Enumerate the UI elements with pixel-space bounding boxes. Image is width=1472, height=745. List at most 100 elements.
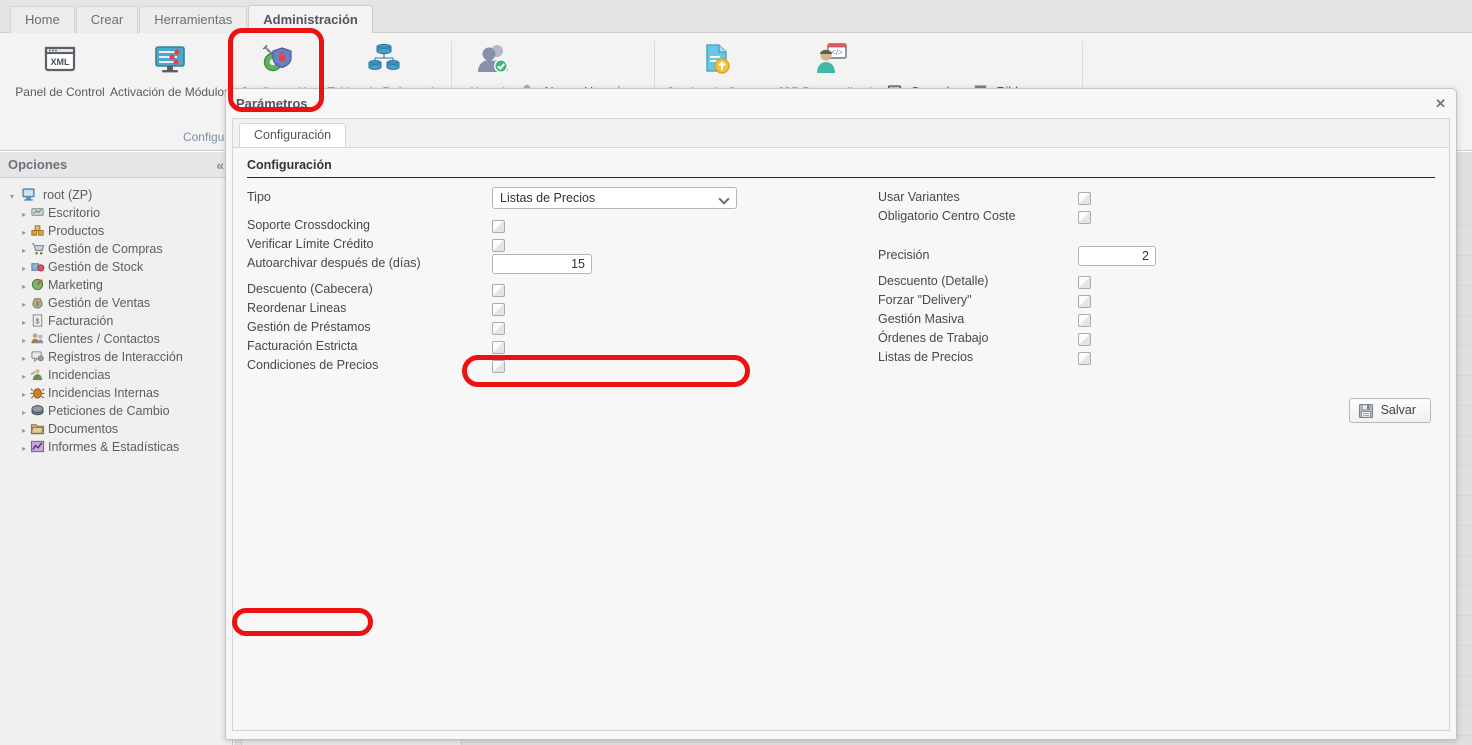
sidebar-item-label: Registros de Interacción	[48, 350, 183, 364]
form-column-right: Usar Variantes Obligatorio Centro Coste Pr…	[878, 190, 1398, 369]
form-row-gesti-n-masiva: Gestión Masiva	[878, 312, 1398, 331]
field-label: Descuento (Cabecera)	[247, 282, 373, 296]
ribbon-tab-home[interactable]: Home	[10, 6, 75, 33]
save-button[interactable]: Salvar	[1349, 398, 1431, 423]
sidebar-item-incidencias[interactable]: ▸ Incidencias	[0, 366, 232, 384]
form-row-facturaci-n-estricta: Facturación Estricta	[247, 339, 767, 358]
chevron-down-icon[interactable]	[718, 193, 730, 205]
close-icon[interactable]: ✕	[1435, 89, 1446, 118]
form-row-listas-de-precios: Listas de Precios	[878, 350, 1398, 369]
field-label: Obligatorio Centro Coste	[878, 209, 1016, 223]
field-label: Precisión	[878, 248, 930, 262]
sidebar-item-label: Escritorio	[48, 206, 101, 220]
sidebar-item-documentos[interactable]: ▸ Documentos	[0, 420, 232, 438]
checkbox-reordenar-lineas[interactable]	[492, 303, 505, 316]
form-column-left: Tipo Listas de Precios Soporte Crossdockin…	[247, 187, 767, 377]
form-row-precisi-n: Precisión 2	[878, 246, 1398, 274]
checkbox-verificar-l-mite-cr-dito[interactable]	[492, 239, 505, 252]
ribbon-button-activacion-de-modulos[interactable]: Activación de Módulos	[110, 39, 230, 99]
save-disk-icon	[1358, 403, 1374, 427]
ribbon-tab-administraci-n[interactable]: Administración	[248, 5, 373, 33]
sidebar-item-marketing[interactable]: ▸ Marketing	[0, 276, 232, 294]
svg-text:</>: </>	[831, 48, 843, 57]
tree-node-label: root (ZP)	[42, 188, 93, 202]
checkbox-usar-variantes[interactable]	[1078, 192, 1091, 205]
field-label: Condiciones de Precios	[247, 358, 379, 372]
field-label: Gestión Masiva	[878, 312, 965, 326]
checkbox-gesti-n-de-pr-stamos[interactable]	[492, 322, 505, 335]
sidebar-item-label: Productos	[48, 224, 105, 238]
dialog-title: Parámetros	[236, 96, 308, 111]
sidebar-item-label: Documentos	[48, 422, 119, 436]
dialog-title-bar: Parámetros ✕	[226, 89, 1456, 118]
checkbox-gesti-n-masiva[interactable]	[1078, 314, 1091, 327]
dialog-pane: Configuración Tipo Listas de Precios Sopor…	[233, 147, 1449, 730]
form-spacer	[878, 228, 1398, 248]
field-label: Gestión de Préstamos	[247, 320, 371, 334]
page-title: Opciones	[8, 157, 68, 172]
gear-shield-icon	[230, 39, 324, 85]
sidebar-item-incidencias-internas[interactable]: ▸ Incidencias Internas	[0, 384, 232, 402]
sidebar-item-informes-estad-sticas[interactable]: ▸ Informes & Estadísticas	[0, 438, 232, 456]
chart-icon	[30, 439, 46, 459]
expand-arrow-icon[interactable]: ▸	[18, 440, 30, 458]
options-tree: ▾ root (ZP) ▸ Escritorio ▸ Productos ▸ Gestió…	[0, 178, 232, 456]
form-row-soporte-crossdocking: Soporte Crossdocking	[247, 218, 767, 237]
sidebar-item-facturaci-n[interactable]: ▸ $ Facturación	[0, 312, 232, 330]
form-row-descuento-detalle: Descuento (Detalle)	[878, 274, 1398, 293]
checkbox-rdenes-de-trabajo[interactable]	[1078, 333, 1091, 346]
form-row-rdenes-de-trabajo: Órdenes de Trabajo	[878, 331, 1398, 350]
field-label: Usar Variantes	[878, 190, 960, 204]
svg-text:XML: XML	[51, 57, 71, 67]
field-label: Tipo	[247, 190, 271, 204]
ribbon-tab-crear[interactable]: Crear	[75, 6, 139, 33]
checkbox-obligatorio-centro-coste[interactable]	[1078, 211, 1091, 224]
form-row-descuento-cabecera: Descuento (Cabecera)	[247, 282, 767, 301]
ribbon-button-panel-de-control[interactable]: XML Panel de Control	[12, 39, 108, 99]
sidebar-item-escritorio[interactable]: ▸ Escritorio	[0, 204, 232, 222]
field-label: Listas de Precios	[878, 350, 974, 364]
checkbox-soporte-crossdocking[interactable]	[492, 220, 505, 233]
field-label: Reordenar Lineas	[247, 301, 347, 315]
select-value: Listas de Precios	[500, 191, 596, 205]
sidebar-item-gesti-n-de-ventas[interactable]: ▸ $ Gestión de Ventas	[0, 294, 232, 312]
form-row-tipo: Tipo Listas de Precios	[247, 187, 767, 218]
users-check-icon	[458, 39, 530, 85]
sidebar-item-registros-de-interacci-n[interactable]: ▸ Registros de Interacción	[0, 348, 232, 366]
sidebar-item-label: Informes & Estadísticas	[48, 440, 180, 454]
form-row-obligatorio-centro-coste: Obligatorio Centro Coste	[878, 209, 1398, 228]
ribbon-button-label: Panel de Control	[15, 85, 105, 99]
chevron-double-left-icon[interactable]: «	[216, 152, 224, 178]
sidebar-item-label: Clientes / Contactos	[48, 332, 160, 346]
checkbox-condiciones-de-precios[interactable]	[492, 360, 505, 373]
checkbox-listas-de-precios[interactable]	[1078, 352, 1091, 365]
sidebar-item-gesti-n-de-stock[interactable]: ▸ Gestión de Stock	[0, 258, 232, 276]
sidebar-item-peticiones-de-cambio[interactable]: ▸ Peticiones de Cambio	[0, 402, 232, 420]
tab-configuracion[interactable]: Configuración	[239, 123, 347, 147]
sidebar-item-label: Peticiones de Cambio	[48, 404, 170, 418]
input-autoarchivar-despu-s-de-d-as[interactable]: 15	[492, 254, 592, 274]
save-button-label: Salvar	[1380, 403, 1416, 417]
field-label: Descuento (Detalle)	[878, 274, 989, 288]
file-upload-icon	[661, 39, 771, 85]
options-panel: Opciones « ▾ root (ZP) ▸ Escritorio ▸ Produ…	[0, 152, 233, 745]
developer-icon: </>	[768, 39, 894, 85]
ribbon-tab-herramientas[interactable]: Herramientas	[139, 6, 248, 33]
sidebar-item-clientes-contactos[interactable]: ▸ Clientes / Contactos	[0, 330, 232, 348]
field-label: Facturación Estricta	[247, 339, 358, 353]
expand-arrow-icon[interactable]: ▾	[6, 188, 18, 206]
sidebar-item-label: Incidencias Internas	[48, 386, 160, 400]
checkbox-facturaci-n-estricta[interactable]	[492, 341, 505, 354]
checkbox-descuento-detalle[interactable]	[1078, 276, 1091, 289]
input-precisi-n[interactable]: 2	[1078, 246, 1156, 266]
checkbox-forzar-delivery[interactable]	[1078, 295, 1091, 308]
tree-node-root[interactable]: ▾ root (ZP)	[0, 186, 232, 204]
checkbox-descuento-cabecera[interactable]	[492, 284, 505, 297]
sidebar-item-productos[interactable]: ▸ Productos	[0, 222, 232, 240]
ribbon-tab-strip: Home Crear Herramientas Administración	[0, 0, 1472, 33]
field-label: Órdenes de Trabajo	[878, 331, 989, 345]
form-row-reordenar-lineas: Reordenar Lineas	[247, 301, 767, 320]
sidebar-item-gesti-n-de-compras[interactable]: ▸ Gestión de Compras	[0, 240, 232, 258]
dialog-tab-strip: Configuración	[233, 119, 1449, 147]
select-tipo[interactable]: Listas de Precios	[492, 187, 737, 209]
